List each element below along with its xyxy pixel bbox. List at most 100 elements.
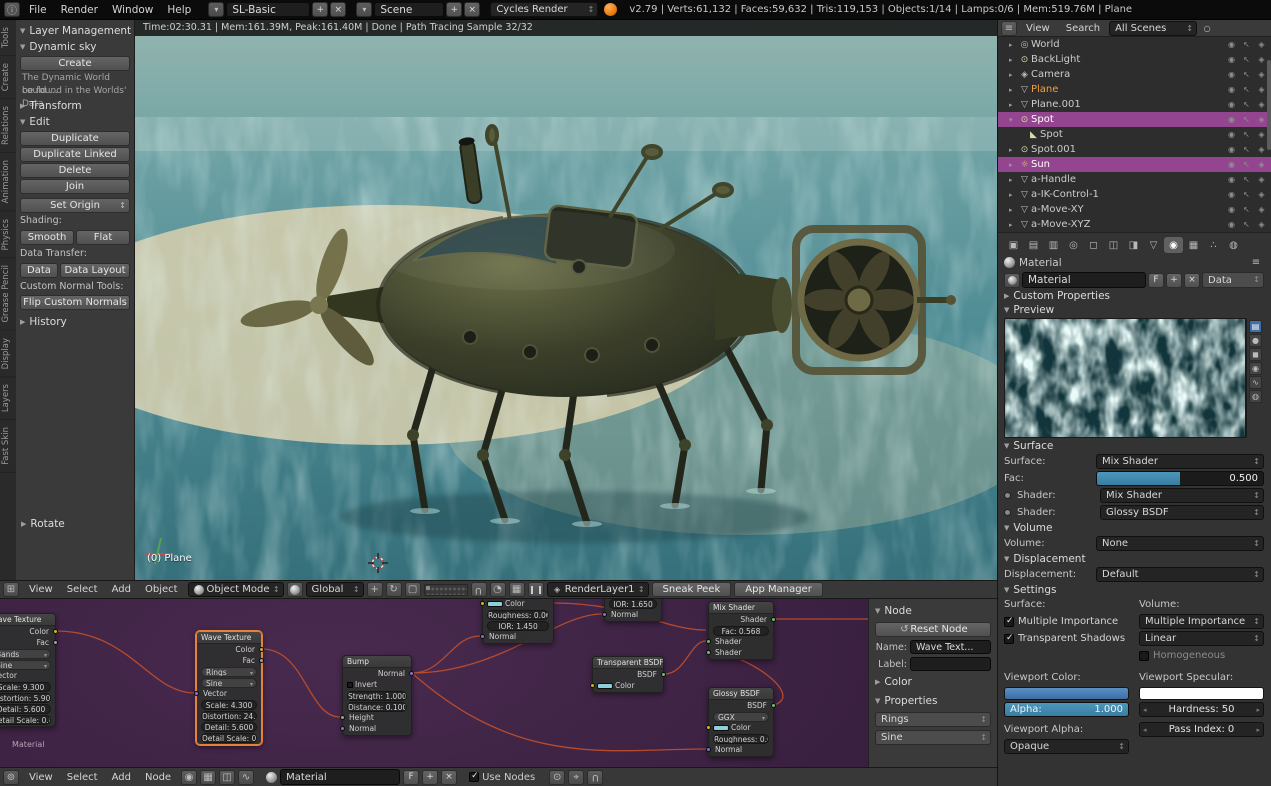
visibility-eye-icon[interactable] — [1225, 85, 1238, 94]
shader2-dropdown[interactable]: Glossy BSDF — [1100, 505, 1264, 520]
shader-nodes-toggle-icon[interactable] — [181, 770, 197, 785]
node-socket[interactable] — [194, 691, 199, 696]
object-name[interactable]: a-Handle — [1031, 174, 1225, 185]
unlink-material-button[interactable] — [1184, 273, 1200, 288]
reset-node-button[interactable]: ↺Reset Node — [875, 622, 991, 637]
preview-flat-icon[interactable]: ▤ — [1249, 320, 1262, 333]
node-val-row[interactable]: Detail: 5.600 — [0, 704, 51, 714]
expander-icon[interactable] — [1009, 41, 1018, 49]
expander-icon[interactable] — [1009, 191, 1018, 199]
color-swatch[interactable] — [597, 683, 613, 689]
properties-tab-physics[interactable] — [1224, 237, 1243, 253]
renderability-camera-icon[interactable] — [1255, 220, 1268, 229]
node-val-row[interactable]: Detail Scale: 0.800 — [201, 733, 257, 743]
properties-tab-particles[interactable] — [1204, 237, 1223, 253]
node-editor[interactable]: Material Wave TextureColorFacBandsSineVe… — [0, 599, 997, 767]
volume-sampling-dropdown[interactable]: Multiple Importance — [1139, 614, 1264, 629]
node-snap-icon[interactable] — [568, 770, 584, 785]
pin-node-tree-icon[interactable] — [549, 770, 565, 785]
node-val-row[interactable]: Roughness: 0.062 — [487, 610, 549, 620]
properties-tab-render[interactable] — [1004, 237, 1023, 253]
outliner-row-mesh[interactable]: a-Handle — [998, 172, 1271, 187]
edit-operator-button[interactable]: Delete — [20, 163, 130, 178]
transform-orientation-dropdown[interactable]: Global — [306, 582, 364, 597]
invert-checkbox[interactable] — [347, 682, 353, 688]
node-title[interactable]: Wave Texture — [197, 632, 261, 644]
selectability-arrow-icon[interactable] — [1240, 160, 1253, 169]
renderability-camera-icon[interactable] — [1255, 190, 1268, 199]
outliner-row-camera[interactable]: Camera — [998, 67, 1271, 82]
homogeneous-row[interactable]: Homogeneous — [1139, 648, 1264, 663]
texture-nodes-toggle-icon[interactable] — [219, 770, 235, 785]
outliner-display-dropdown[interactable]: All Scenes — [1109, 21, 1197, 36]
node-swin-row[interactable]: Color — [487, 599, 549, 609]
node-socket[interactable] — [340, 715, 345, 720]
visibility-eye-icon[interactable] — [1225, 70, 1238, 79]
node-val-row[interactable]: Fac: 0.568 — [713, 626, 769, 636]
tool-shelf-tab[interactable]: Animation — [0, 153, 16, 211]
tool-shelf-tab[interactable]: Relations — [0, 99, 16, 153]
outliner-row-lamp[interactable]: BackLight — [998, 52, 1271, 67]
node-socket[interactable] — [259, 658, 264, 663]
object-name[interactable]: Spot — [1031, 114, 1225, 125]
node-title[interactable]: Glossy BSDF — [709, 688, 773, 700]
object-name[interactable]: Sun — [1031, 159, 1225, 170]
preview-cube-icon[interactable]: ◼ — [1249, 348, 1262, 361]
node-swin-row[interactable]: Color — [597, 681, 659, 691]
transparent-shadows-checkbox[interactable] — [1004, 634, 1014, 644]
node-socket[interactable] — [706, 639, 711, 644]
properties-tab-material[interactable] — [1164, 237, 1183, 253]
node-check-row[interactable]: Invert — [347, 680, 407, 690]
node-val-row[interactable]: Distance: 0.100 — [347, 702, 407, 712]
shader-node[interactable]: Mix ShaderShaderFac: 0.568ShaderShader — [708, 601, 774, 660]
visibility-eye-icon[interactable] — [1225, 115, 1238, 124]
node-socket[interactable] — [706, 650, 711, 655]
new-material-button[interactable] — [422, 770, 438, 785]
selectability-arrow-icon[interactable] — [1240, 100, 1253, 109]
node-title[interactable]: Bump — [343, 656, 411, 668]
data-transfer-button[interactable]: Data — [20, 263, 58, 278]
expander-icon[interactable] — [1009, 146, 1018, 154]
outliner-row-mesh[interactable]: a-IK-Control-1 — [998, 187, 1271, 202]
edit-operator-button[interactable]: Duplicate — [20, 131, 130, 146]
outliner-row-mesh[interactable]: Plane — [998, 82, 1271, 97]
outliner-row-lamp[interactable]: Spot — [998, 112, 1271, 127]
shader-node[interactable]: Glossy BSDFBSDFGGXColorRoughness: 0.000N… — [708, 687, 774, 757]
color-swatch[interactable] — [713, 725, 729, 731]
app-manager-button[interactable]: App Manager — [734, 582, 823, 597]
panel-last-operator-rotate[interactable]: Rotate — [21, 516, 131, 532]
outliner-row-world[interactable]: World — [998, 37, 1271, 52]
line-style-nodes-toggle-icon[interactable] — [238, 770, 254, 785]
use-nodes-checkbox[interactable] — [469, 772, 479, 782]
node-socket[interactable] — [706, 725, 711, 730]
node-val-row[interactable]: Distortion: 24.900 — [201, 711, 257, 721]
hardness-field[interactable]: Hardness:50 — [1139, 702, 1264, 717]
selectability-arrow-icon[interactable] — [1240, 175, 1253, 184]
menubar-item[interactable]: Select — [60, 584, 105, 595]
fake-user-button[interactable]: F — [1148, 273, 1164, 288]
viewport-specular-swatch[interactable] — [1139, 687, 1264, 700]
menubar-item[interactable]: Add — [105, 584, 138, 595]
shader1-dropdown[interactable]: Mix Shader — [1100, 488, 1264, 503]
properties-tab-render-layers[interactable] — [1024, 237, 1043, 253]
multiple-importance-row[interactable]: Multiple Importance — [1004, 614, 1129, 629]
fake-user-button[interactable]: F — [403, 770, 419, 785]
object-name[interactable]: BackLight — [1031, 54, 1225, 65]
object-name[interactable]: a-Move-XY — [1031, 204, 1225, 215]
node-val-row[interactable]: Scale: 9.300 — [0, 682, 51, 692]
3d-viewport[interactable]: Time:02:30.31 | Mem:161.39M, Peak:161.40… — [135, 20, 997, 580]
preview-hair-icon[interactable]: ∿ — [1249, 376, 1262, 389]
node-socket[interactable] — [706, 747, 711, 752]
visibility-eye-icon[interactable] — [1225, 55, 1238, 64]
expander-icon[interactable] — [1009, 116, 1018, 124]
node-val-row[interactable]: Strength: 1.000 — [347, 691, 407, 701]
viewport-alpha-dropdown[interactable]: Opaque — [1004, 739, 1129, 754]
selectability-arrow-icon[interactable] — [1240, 40, 1253, 49]
menubar-item[interactable]: Window — [105, 4, 160, 16]
expander-icon[interactable] — [1009, 221, 1018, 229]
editor-type-outliner-icon[interactable] — [1001, 21, 1017, 36]
node-socket[interactable] — [409, 671, 414, 676]
node-val-row[interactable]: Detail: 5.600 — [201, 722, 257, 732]
multiple-importance-checkbox[interactable] — [1004, 617, 1014, 627]
visibility-eye-icon[interactable] — [1225, 40, 1238, 49]
